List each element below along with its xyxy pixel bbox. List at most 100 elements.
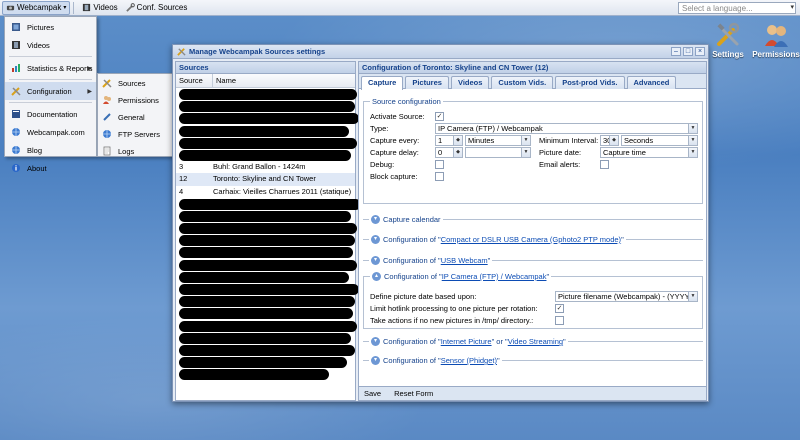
settings-desktop-icon[interactable]: Settings bbox=[704, 22, 752, 59]
window-titlebar[interactable]: Manage Webcampak Sources settings bbox=[173, 45, 708, 59]
activate-source-checkbox[interactable]: ✓ bbox=[435, 112, 444, 121]
table-row[interactable] bbox=[176, 125, 355, 137]
table-row[interactable] bbox=[176, 234, 355, 247]
table-row[interactable]: 3 Buhl: Grand Ballon - 1424m bbox=[176, 161, 355, 173]
column-header-name[interactable]: Name bbox=[213, 74, 236, 87]
redaction-bar bbox=[179, 113, 359, 125]
menu-item-label: Documentation bbox=[27, 109, 78, 119]
picture-date-select[interactable]: Capture time ▼ bbox=[600, 147, 698, 158]
menu-item-pictures[interactable]: Pictures bbox=[5, 18, 96, 36]
table-row[interactable] bbox=[176, 295, 355, 308]
capture-every-stepper[interactable]: 1 ◆ bbox=[435, 135, 463, 146]
tab-post-prod-vids[interactable]: Post-prod Vids. bbox=[555, 76, 625, 89]
ip-camera-link[interactable]: IP Camera (FTP) / Webcampak bbox=[442, 272, 547, 281]
compact-camera-toggle[interactable]: ▾ Configuration of " Compact or DSLR USB … bbox=[369, 235, 626, 244]
reset-form-button[interactable]: Reset Form bbox=[394, 389, 433, 398]
menu-item-configuration[interactable]: Configuration ▶ bbox=[5, 82, 96, 100]
usb-webcam-link[interactable]: USB Webcam bbox=[441, 256, 488, 265]
config-prefix-text: Configuration of " bbox=[383, 256, 441, 265]
table-row[interactable]: 12 Toronto: Skyline and CN Tower bbox=[176, 173, 355, 186]
table-row[interactable] bbox=[176, 112, 359, 125]
minimum-interval-unit-select[interactable]: Seconds ▼ bbox=[621, 135, 698, 146]
source-configuration-fieldset: Source configuration Activate Source: ✓ … bbox=[363, 97, 703, 204]
ip-camera-toggle[interactable]: ▴ Configuration of " IP Camera (FTP) / We… bbox=[370, 272, 552, 281]
table-row[interactable] bbox=[176, 246, 355, 259]
chevron-down-icon: ▼ bbox=[688, 136, 697, 145]
compact-camera-link[interactable]: Compact or DSLR USB Camera (Gphoto2 PTP … bbox=[441, 235, 621, 244]
maximize-icon[interactable]: □ bbox=[683, 47, 693, 56]
table-row[interactable] bbox=[176, 222, 357, 235]
submenu-item-sources[interactable]: Sources bbox=[98, 75, 172, 91]
table-row[interactable] bbox=[176, 283, 359, 295]
internet-picture-toggle[interactable]: ▾ Configuration of " Internet Picture " or… bbox=[369, 337, 568, 346]
config-suffix-text: " bbox=[563, 337, 566, 346]
menu-item-documentation[interactable]: Documentation bbox=[5, 105, 96, 123]
table-row[interactable] bbox=[176, 368, 355, 381]
sensor-toggle[interactable]: ▾ Configuration of " Sensor (Phidget) " bbox=[369, 356, 502, 365]
block-capture-label: Block capture: bbox=[370, 172, 418, 181]
table-row[interactable] bbox=[176, 307, 355, 320]
table-row[interactable] bbox=[176, 210, 355, 222]
globe-icon bbox=[12, 146, 20, 154]
capture-calendar-toggle[interactable]: ▾ Capture calendar bbox=[369, 215, 443, 224]
tab-custom-vids[interactable]: Custom Vids. bbox=[491, 76, 554, 89]
internet-picture-link[interactable]: Internet Picture bbox=[441, 337, 492, 346]
table-row[interactable] bbox=[176, 137, 357, 149]
table-row[interactable] bbox=[176, 344, 355, 356]
config-prefix-text: Configuration of " bbox=[383, 235, 441, 244]
column-header-source-id[interactable]: Source ID bbox=[176, 74, 213, 99]
table-row[interactable] bbox=[176, 320, 357, 332]
menu-item-videos[interactable]: Videos bbox=[5, 36, 96, 54]
globe-icon bbox=[12, 128, 20, 136]
email-alerts-checkbox[interactable] bbox=[600, 160, 609, 169]
table-row[interactable] bbox=[176, 100, 355, 113]
submenu-item-general[interactable]: General bbox=[98, 109, 172, 125]
menu-item-blog[interactable]: Blog bbox=[5, 141, 96, 159]
menu-item-statistics[interactable]: Statistics & Reports ▶ bbox=[5, 59, 96, 77]
configuration-panel: Configuration of Toronto: Skyline and CN… bbox=[358, 61, 707, 401]
tab-capture[interactable]: Capture bbox=[361, 76, 404, 90]
table-row[interactable] bbox=[176, 88, 357, 100]
table-row[interactable] bbox=[176, 149, 355, 161]
table-row[interactable] bbox=[176, 332, 355, 344]
redaction-bar bbox=[179, 332, 351, 344]
tab-advanced[interactable]: Advanced bbox=[626, 76, 677, 89]
capture-delay-unit-select[interactable]: ▼ bbox=[465, 147, 531, 158]
usb-webcam-toggle[interactable]: ▾ Configuration of " USB Webcam " bbox=[369, 256, 493, 265]
config-suffix-text: " bbox=[621, 235, 624, 244]
language-select[interactable]: Select a language... bbox=[678, 2, 796, 14]
define-date-select[interactable]: Picture filename (Webcampak) - (YYYYMMDD… bbox=[555, 291, 698, 302]
tab-videos[interactable]: Videos bbox=[450, 76, 490, 89]
minimize-icon[interactable]: – bbox=[671, 47, 681, 56]
sensor-link[interactable]: Sensor (Phidget) bbox=[441, 356, 497, 365]
capture-every-unit-select[interactable]: Minutes ▼ bbox=[465, 135, 531, 146]
take-actions-checkbox[interactable] bbox=[555, 316, 564, 325]
chevron-right-icon: ▶ bbox=[87, 88, 92, 95]
capture-delay-stepper[interactable]: 0 ◆ bbox=[435, 147, 463, 158]
videos-button[interactable]: Videos bbox=[79, 1, 120, 15]
save-button[interactable]: Save bbox=[364, 389, 381, 398]
submenu-item-logs[interactable]: Logs bbox=[98, 143, 172, 159]
video-streaming-link[interactable]: Video Streaming bbox=[508, 337, 563, 346]
webcampak-menu-button[interactable]: Webcampak ▾ bbox=[2, 0, 71, 15]
submenu-item-ftp-servers[interactable]: FTP Servers bbox=[98, 126, 172, 142]
minimum-interval-stepper[interactable]: 30 ◆ bbox=[600, 135, 619, 146]
close-icon[interactable]: × bbox=[695, 47, 705, 56]
menu-item-webcampak-com[interactable]: Webcampak.com bbox=[5, 123, 96, 141]
tab-pictures[interactable]: Pictures bbox=[405, 76, 449, 89]
menu-item-about[interactable]: About bbox=[5, 159, 96, 177]
permissions-desktop-icon[interactable]: Permissions bbox=[752, 22, 800, 59]
limit-hotlink-checkbox[interactable]: ✓ bbox=[555, 304, 564, 313]
manage-sources-window: Manage Webcampak Sources settings – □ × … bbox=[172, 44, 709, 402]
capture-every-value: 1 bbox=[438, 136, 443, 145]
block-capture-checkbox[interactable] bbox=[435, 172, 444, 181]
table-row[interactable] bbox=[176, 271, 355, 283]
table-row[interactable] bbox=[176, 259, 357, 271]
table-row[interactable] bbox=[176, 198, 361, 210]
conf-sources-button[interactable]: Conf. Sources bbox=[123, 1, 191, 15]
table-row[interactable]: 4 Carhaix: Vieilles Charrues 2011 (statiq… bbox=[176, 186, 355, 198]
debug-checkbox[interactable] bbox=[435, 160, 444, 169]
type-select[interactable]: IP Camera (FTP) / Webcampak ▼ bbox=[435, 123, 698, 134]
table-row[interactable] bbox=[176, 356, 355, 369]
submenu-item-permissions[interactable]: Permissions bbox=[98, 92, 172, 108]
